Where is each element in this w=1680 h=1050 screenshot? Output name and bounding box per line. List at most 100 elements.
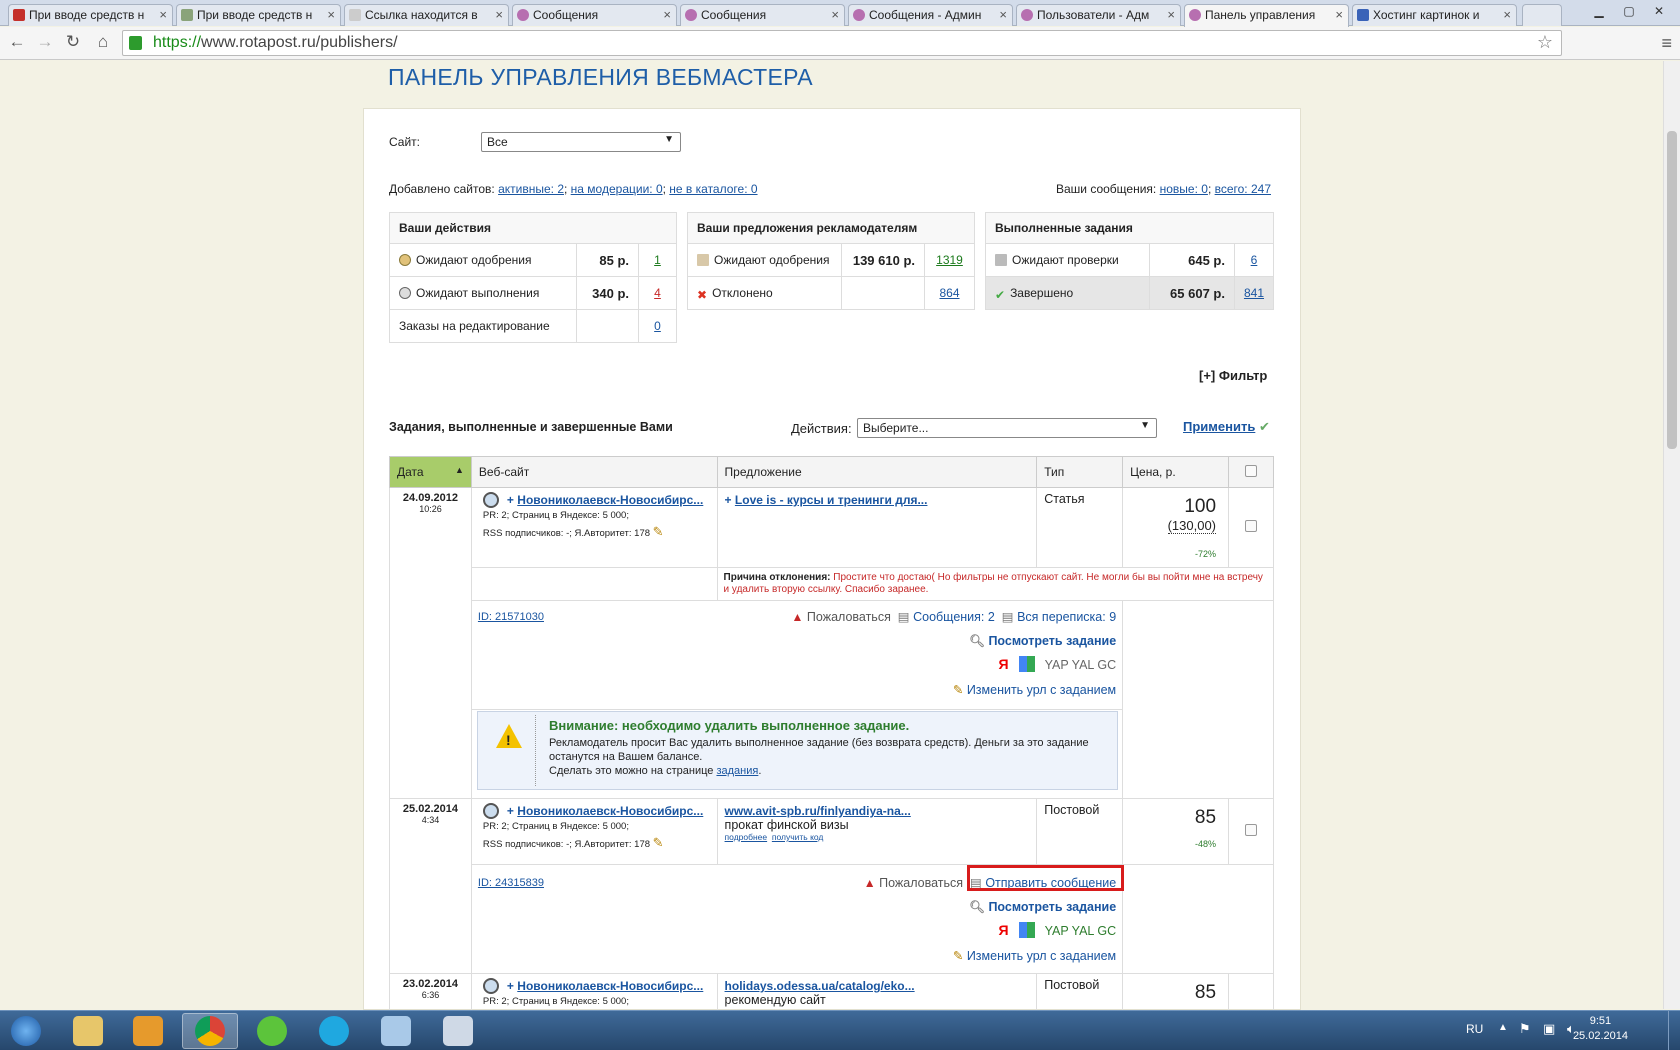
language-indicator[interactable]: RU: [1466, 1022, 1483, 1036]
not-in-catalog-link[interactable]: не в каталоге: 0: [669, 182, 757, 196]
taskbar-paint[interactable]: [430, 1013, 486, 1049]
offers-rejected-link[interactable]: 864: [939, 286, 959, 300]
home-icon[interactable]: ⌂: [92, 32, 114, 52]
apply-button[interactable]: Применить ✔: [1183, 419, 1270, 435]
row-checkbox[interactable]: [1245, 824, 1257, 836]
menu-icon[interactable]: ≡: [1661, 33, 1672, 54]
completed-link[interactable]: 841: [1244, 286, 1264, 300]
browser-tab[interactable]: Сообщения ×: [512, 4, 677, 26]
edit-orders-link[interactable]: 0: [654, 319, 661, 333]
change-url-link[interactable]: Изменить урл с заданием: [967, 949, 1116, 963]
awaiting-approval-link[interactable]: 1: [654, 253, 661, 267]
pencil-icon[interactable]: ✎: [653, 835, 664, 850]
browser-tab-active[interactable]: Панель управления ×: [1184, 4, 1349, 27]
browser-tab[interactable]: При вводе средств н ×: [176, 4, 341, 26]
site-select[interactable]: Все ▼: [481, 132, 681, 152]
forward-icon[interactable]: →: [34, 32, 56, 52]
close-tab-icon[interactable]: ×: [1335, 7, 1343, 22]
offer-link[interactable]: Love is - курсы и тренинги для...: [735, 493, 928, 507]
taskbar-explorer[interactable]: [60, 1013, 116, 1049]
scrollbar[interactable]: [1663, 61, 1680, 1009]
new-tab-button[interactable]: [1522, 4, 1562, 26]
browser-tab[interactable]: Пользователи - Адм ×: [1016, 4, 1181, 26]
browser-tab[interactable]: Сообщения ×: [680, 4, 845, 26]
close-window-icon[interactable]: ✕: [1644, 2, 1674, 19]
back-icon[interactable]: ←: [6, 32, 28, 52]
taskbar-icq[interactable]: [244, 1013, 300, 1049]
browser-tab[interactable]: Ссылка находится в ×: [344, 4, 509, 26]
column-price[interactable]: Цена, р.: [1122, 456, 1230, 488]
column-type[interactable]: Тип: [1036, 456, 1124, 488]
task-id-link[interactable]: ID: 21571030: [478, 611, 544, 623]
close-tab-icon[interactable]: ×: [999, 7, 1007, 22]
change-url-link[interactable]: Изменить урл с заданием: [967, 683, 1116, 697]
site-link[interactable]: Новониколаевск-Новосибирс...: [517, 493, 703, 507]
get-code-link[interactable]: получить код: [772, 832, 824, 842]
awaiting-execution-link[interactable]: 4: [654, 286, 661, 300]
clock[interactable]: 9:51 25.02.2014: [1573, 1014, 1628, 1044]
browser-tab[interactable]: Хостинг картинок и ×: [1352, 4, 1517, 26]
all-correspondence-link[interactable]: Вся переписка: 9: [1017, 610, 1116, 624]
browser-tab[interactable]: Сообщения - Админ ×: [848, 4, 1013, 26]
column-site[interactable]: Веб-сайт: [470, 456, 718, 488]
taskbar-chrome[interactable]: [182, 1013, 238, 1049]
original-price: (130,00): [1167, 518, 1217, 534]
actions-select[interactable]: Выберите... ▼: [857, 418, 1157, 438]
close-tab-icon[interactable]: ×: [327, 7, 335, 22]
bookmark-star-icon[interactable]: ☆: [1537, 32, 1553, 53]
google-icon[interactable]: [1018, 922, 1035, 938]
offer-link[interactable]: www.avit-spb.ru/finlyandiya-na...: [725, 804, 911, 818]
taskbar-notes[interactable]: [368, 1013, 424, 1049]
show-desktop-button[interactable]: [1668, 1011, 1680, 1050]
task-id-link[interactable]: ID: 24315839: [478, 877, 544, 889]
taskbar-media-player[interactable]: [120, 1013, 176, 1049]
pencil-icon[interactable]: ✎: [653, 524, 664, 539]
start-button[interactable]: [0, 1013, 52, 1049]
moderation-sites-link[interactable]: на модерации: 0: [571, 182, 663, 196]
taskbar-skype[interactable]: [306, 1013, 362, 1049]
offer-link[interactable]: holidays.odessa.ua/catalog/eko...: [725, 979, 915, 993]
close-tab-icon[interactable]: ×: [831, 7, 839, 22]
messages-link[interactable]: Сообщения: 2: [913, 610, 995, 624]
browser-tab[interactable]: При вводе средств н ×: [8, 4, 173, 26]
maximize-icon[interactable]: ▢: [1614, 2, 1644, 19]
yandex-icon[interactable]: Я: [997, 922, 1011, 938]
site-link[interactable]: Новониколаевск-Новосибирс...: [517, 804, 703, 818]
page-icon: [181, 9, 193, 21]
offers-pending-link[interactable]: 1319: [936, 253, 963, 267]
yandex-icon[interactable]: Я: [997, 656, 1011, 672]
new-messages-link[interactable]: новые: 0: [1160, 182, 1208, 196]
active-sites-link[interactable]: активные: 2: [498, 182, 564, 196]
all-messages-link[interactable]: всего: 247: [1215, 182, 1271, 196]
task-page-link[interactable]: задания: [716, 765, 758, 777]
tray-expand-icon[interactable]: ▲: [1498, 1022, 1508, 1033]
minimize-icon[interactable]: ▁: [1584, 2, 1614, 19]
close-tab-icon[interactable]: ×: [495, 7, 503, 22]
column-offer[interactable]: Предложение: [716, 456, 1038, 488]
network-icon[interactable]: ▣: [1543, 1021, 1555, 1037]
view-task-link[interactable]: Посмотреть задание: [988, 900, 1116, 914]
column-date[interactable]: Дата ▲: [389, 456, 472, 488]
flag-icon[interactable]: ⚑: [1519, 1021, 1531, 1037]
skype-icon: [319, 1016, 349, 1046]
complain-link[interactable]: Пожаловаться: [879, 876, 963, 890]
site-link[interactable]: Новониколаевск-Новосибирс...: [517, 979, 703, 993]
view-task-link[interactable]: Посмотреть задание: [988, 634, 1116, 648]
google-icon[interactable]: [1018, 656, 1035, 672]
awaiting-review-link[interactable]: 6: [1251, 253, 1258, 267]
details-link[interactable]: подробнее: [725, 832, 768, 842]
url-input[interactable]: https://www.rotapost.ru/publishers/ ☆: [122, 30, 1562, 56]
dropdown-arrow-icon: ▼: [664, 134, 674, 145]
select-all-checkbox[interactable]: [1245, 464, 1257, 477]
complain-link[interactable]: Пожаловаться: [807, 610, 891, 624]
scrollbar-thumb[interactable]: [1667, 131, 1677, 449]
close-tab-icon[interactable]: ×: [1167, 7, 1175, 22]
plus-icon: +: [506, 979, 514, 993]
row-checkbox[interactable]: [1245, 520, 1257, 532]
close-tab-icon[interactable]: ×: [159, 7, 167, 22]
reload-icon[interactable]: ↻: [62, 32, 84, 52]
close-tab-icon[interactable]: ×: [663, 7, 671, 22]
filter-toggle[interactable]: [+] Фильтр: [1199, 368, 1267, 383]
site-favicon-icon: [482, 492, 499, 508]
close-tab-icon[interactable]: ×: [1503, 7, 1511, 22]
